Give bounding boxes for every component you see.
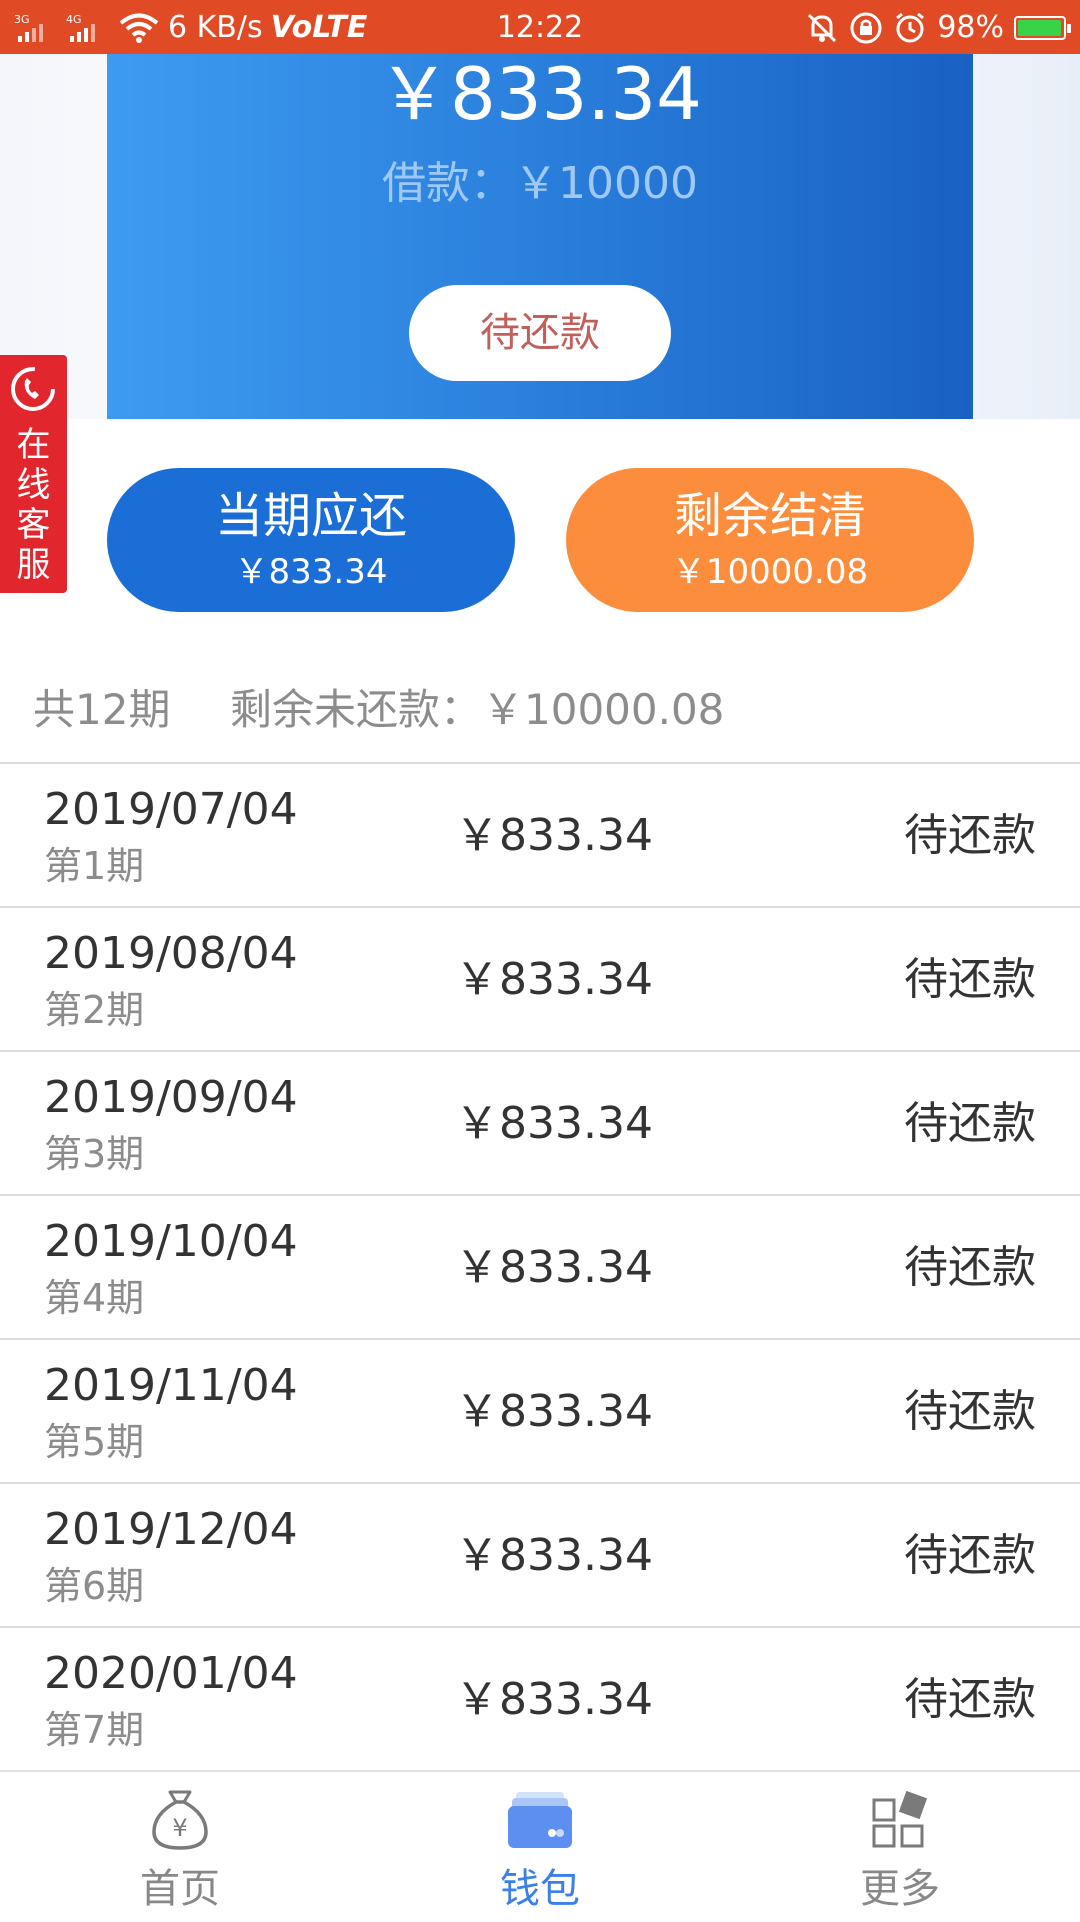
installment-amount: ￥833.34	[455, 1674, 653, 1725]
svg-text:¥: ¥	[172, 1814, 187, 1842]
installment-date: 2019/10/04	[44, 1216, 298, 1267]
installment-period: 第2期	[44, 988, 145, 1032]
installment-period: 第5期	[44, 1420, 145, 1464]
installment-status: 待还款	[904, 810, 1036, 861]
installment-period: 第7期	[44, 1708, 145, 1752]
installment-period: 第6期	[44, 1564, 145, 1608]
installment-row[interactable]: 2020/01/04 第7期 ￥833.34 待还款	[0, 1628, 1080, 1772]
installment-row[interactable]: 2019/10/04 第4期 ￥833.34 待还款	[0, 1196, 1080, 1340]
remaining-balance: 剩余未还款：￥10000.08	[230, 685, 725, 734]
total-periods: 共12期	[33, 685, 171, 734]
installment-period: 第4期	[44, 1276, 145, 1320]
online-service-char: 线	[16, 465, 51, 505]
loan-amount: 借款：￥10000	[382, 158, 698, 209]
installment-amount: ￥833.34	[455, 810, 653, 861]
alarm-icon	[896, 12, 925, 43]
online-service-char: 服	[16, 545, 51, 585]
installment-list: 2019/07/04 第1期 ￥833.34 待还款 2019/08/04 第2…	[0, 764, 1080, 1772]
online-service-label: 在线客服	[0, 425, 67, 585]
settle-all-button[interactable]: 剩余结清 ￥10000.08	[566, 468, 974, 612]
installment-amount: ￥833.34	[455, 1098, 653, 1149]
settle-all-amount: ￥10000.08	[671, 552, 869, 592]
installment-date: 2020/01/04	[44, 1648, 298, 1699]
installment-date: 2019/07/04	[44, 784, 298, 835]
status-bar: 3G 4G 6 KB/s VoLTE 12:22 98%	[0, 0, 1080, 54]
nav-more-label: 更多	[860, 1866, 940, 1912]
installment-date: 2019/09/04	[44, 1072, 298, 1123]
nav-home[interactable]: ¥ 首页	[0, 1772, 360, 1922]
installment-period: 第1期	[44, 844, 145, 888]
pay-current-amount: ￥833.34	[234, 552, 388, 592]
nav-more[interactable]: 更多	[720, 1772, 1080, 1922]
installment-amount: ￥833.34	[455, 1530, 653, 1581]
installment-row[interactable]: 2019/07/04 第1期 ￥833.34 待还款	[0, 764, 1080, 908]
status-bar-right: 98%	[805, 8, 1071, 48]
online-service-char: 在	[16, 425, 51, 465]
installment-amount: ￥833.34	[455, 1242, 653, 1293]
battery-percent: 98%	[937, 10, 1004, 45]
installment-status: 待还款	[904, 1242, 1036, 1293]
nav-wallet[interactable]: 钱包	[360, 1772, 720, 1922]
bottom-nav: ¥ 首页 钱包 更多	[0, 1770, 1080, 1922]
nav-home-label: 首页	[140, 1866, 220, 1912]
installment-row[interactable]: 2019/12/04 第6期 ￥833.34 待还款	[0, 1484, 1080, 1628]
battery-icon	[1014, 16, 1071, 40]
settle-all-title: 剩余结清	[673, 488, 866, 544]
installment-row[interactable]: 2019/11/04 第5期 ￥833.34 待还款	[0, 1340, 1080, 1484]
rotation-lock-icon	[850, 12, 882, 44]
installment-status: 待还款	[904, 1386, 1036, 1437]
mute-bell-icon	[808, 13, 837, 43]
online-service-tab[interactable]: 在线客服	[0, 355, 67, 593]
installment-row[interactable]: 2019/09/04 第3期 ￥833.34 待还款	[0, 1052, 1080, 1196]
installment-amount: ￥833.34	[455, 954, 653, 1005]
installment-date: 2019/08/04	[44, 928, 298, 979]
online-service-char: 客	[16, 505, 51, 545]
phone-service-icon	[11, 367, 55, 411]
repayment-summary: 共12期 剩余未还款：￥10000.08	[0, 668, 1080, 764]
wallet-icon	[508, 1792, 572, 1848]
nav-wallet-label: 钱包	[500, 1866, 580, 1912]
installment-amount: ￥833.34	[455, 1386, 653, 1437]
installment-amount: ￥833.34	[378, 52, 702, 136]
pay-current-button[interactable]: 当期应还 ￥833.34	[107, 468, 515, 612]
installment-row[interactable]: 2019/08/04 第2期 ￥833.34 待还款	[0, 908, 1080, 1052]
installment-period: 第3期	[44, 1132, 145, 1176]
loan-summary-card: ￥833.34 借款：￥10000 待还款	[107, 54, 973, 419]
repayment-status-button[interactable]: 待还款	[409, 285, 671, 381]
pay-current-title: 当期应还	[214, 488, 407, 544]
money-bag-icon: ¥	[152, 1790, 208, 1850]
installment-status: 待还款	[904, 1674, 1036, 1725]
installment-date: 2019/11/04	[44, 1360, 298, 1411]
installment-status: 待还款	[904, 954, 1036, 1005]
installment-status: 待还款	[904, 1098, 1036, 1149]
installment-status: 待还款	[904, 1530, 1036, 1581]
installment-date: 2019/12/04	[44, 1504, 298, 1555]
grid-more-icon	[872, 1790, 928, 1848]
